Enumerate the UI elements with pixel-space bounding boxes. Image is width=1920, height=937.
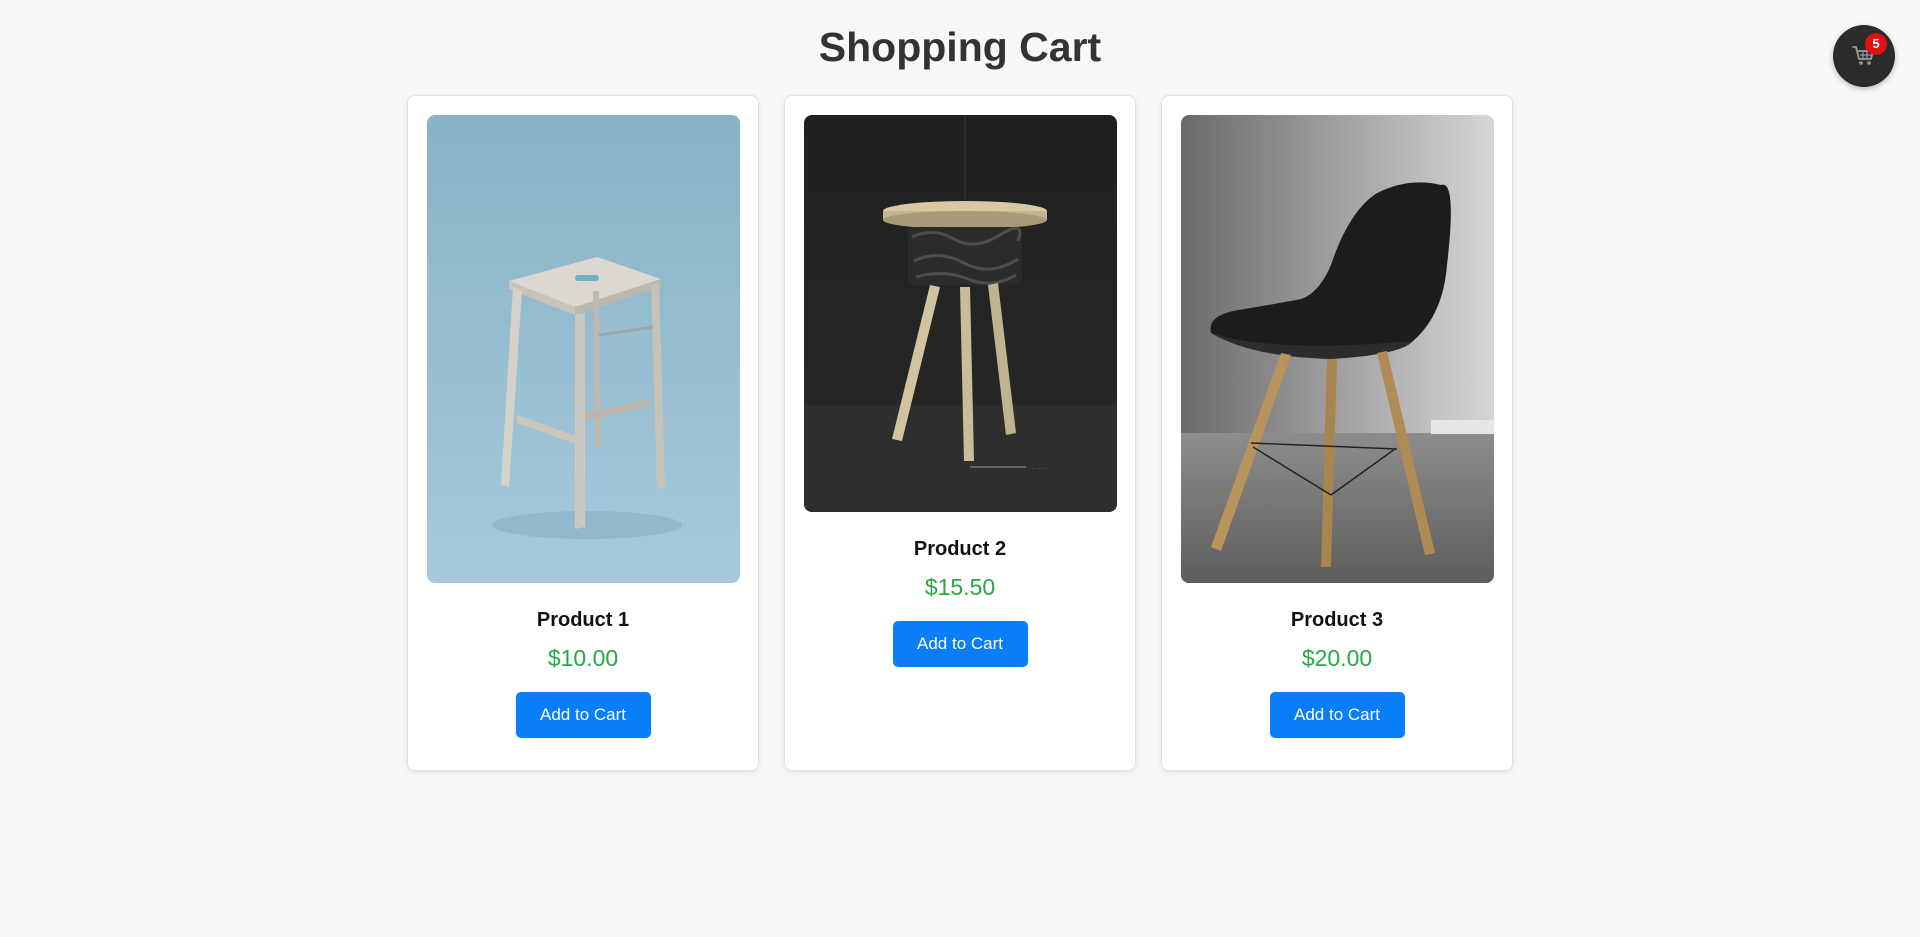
product-price: $10.00 (547, 645, 619, 671)
product-name: Product 3 (1290, 609, 1384, 631)
page-title: Shopping Cart (818, 24, 1102, 70)
product-image (427, 115, 740, 583)
product-price: $20.00 (1301, 645, 1373, 671)
add-to-cart-button[interactable]: Add to Cart (1269, 692, 1405, 738)
product-card: Product 3 $20.00 Add to Cart (1161, 95, 1513, 771)
product-price: $15.50 (924, 574, 996, 600)
product-name: Product 1 (536, 609, 630, 631)
product-image (1181, 115, 1494, 583)
product-image: . . . . . (804, 115, 1117, 512)
svg-text:. . . . .: . . . . . (1032, 465, 1047, 471)
product-name: Product 2 (913, 538, 1007, 560)
cart-count-badge: 5 (1865, 33, 1887, 55)
add-to-cart-button[interactable]: Add to Cart (892, 621, 1028, 667)
product-card: . . . . . Product 2 $15.50 Add to Cart (784, 95, 1136, 771)
add-to-cart-button[interactable]: Add to Cart (515, 692, 651, 738)
product-card: Product 1 $10.00 Add to Cart (407, 95, 759, 771)
cart-button[interactable]: 5 (1833, 25, 1895, 87)
